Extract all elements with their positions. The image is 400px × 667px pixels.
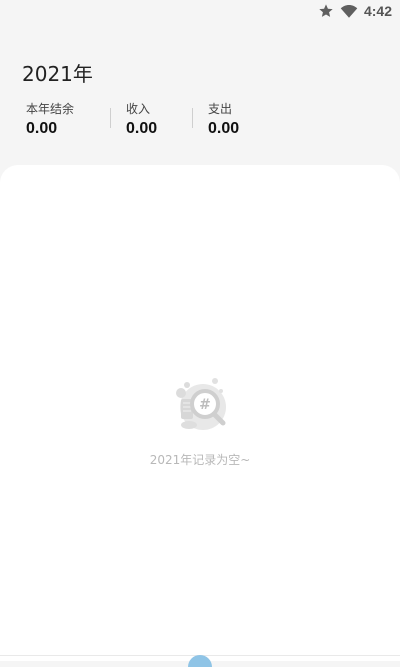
status-bar: 4:42 <box>0 0 400 24</box>
summary-stats: 本年结余 0.00 收入 0.00 支出 0.00 <box>0 102 400 142</box>
stat-balance-value: 0.00 <box>26 120 58 137</box>
stat-balance: 本年结余 0.00 <box>26 102 74 138</box>
status-time: 4:42 <box>363 3 392 19</box>
stat-expense-label: 支出 <box>208 102 233 116</box>
stat-divider <box>192 108 193 128</box>
stat-expense-value: 0.00 <box>208 120 240 137</box>
stat-income-label: 收入 <box>126 102 151 116</box>
stat-divider <box>110 108 111 128</box>
records-panel: # 2021年记录为空~ <box>0 165 400 667</box>
wifi-icon <box>340 3 358 19</box>
year-title[interactable]: 2021年 <box>22 58 93 87</box>
empty-state-text: 2021年记录为空~ <box>149 453 251 467</box>
empty-records-icon: # <box>165 371 235 441</box>
svg-text:#: # <box>199 397 211 413</box>
stat-expense: 支出 0.00 <box>208 102 239 138</box>
status-icons: 4:42 <box>318 3 392 19</box>
stat-income-value: 0.00 <box>126 120 158 137</box>
star-icon <box>318 3 334 19</box>
stat-balance-label: 本年结余 <box>26 102 75 116</box>
stat-income: 收入 0.00 <box>126 102 157 138</box>
empty-state: # 2021年记录为空~ <box>0 371 400 468</box>
bottom-edge <box>0 655 400 667</box>
bottom-tab-indicator[interactable] <box>188 655 212 667</box>
